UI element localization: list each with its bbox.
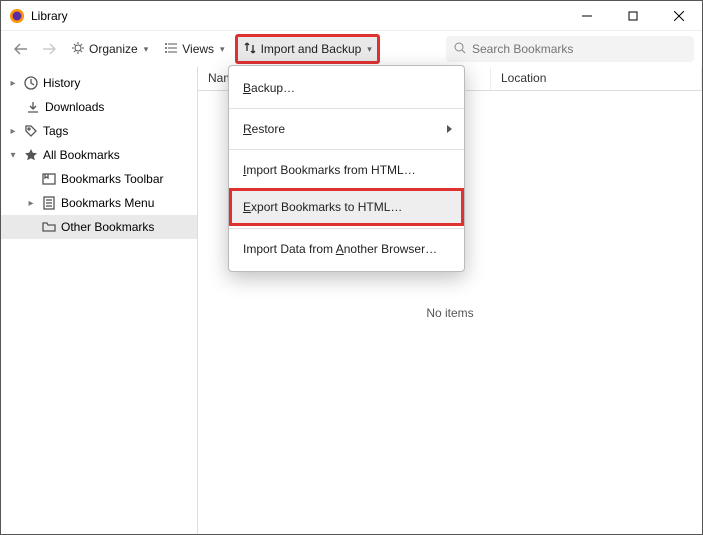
list-icon: [164, 41, 178, 58]
import-backup-label: Import and Backup: [261, 42, 362, 56]
sidebar-item-label: Tags: [43, 124, 68, 138]
menu-separator: [229, 108, 464, 109]
search-icon: [454, 42, 466, 57]
sidebar-item-all-bookmarks[interactable]: ▾ All Bookmarks: [1, 143, 197, 167]
chevron-down-icon: ▾: [220, 44, 225, 55]
bookmarks-toolbar-icon: [41, 171, 57, 187]
firefox-icon: [9, 8, 25, 24]
views-button[interactable]: Views ▾: [158, 36, 230, 62]
clock-icon: [23, 75, 39, 91]
sidebar-item-tags[interactable]: ▸ Tags: [1, 119, 197, 143]
sidebar-item-downloads[interactable]: Downloads: [1, 95, 197, 119]
chevron-right-icon[interactable]: ▸: [25, 198, 37, 209]
forward-button[interactable]: [37, 37, 61, 61]
star-icon: [23, 147, 39, 163]
sidebar-item-label: Downloads: [45, 100, 104, 114]
titlebar: Library: [1, 1, 702, 31]
search-box[interactable]: [446, 36, 694, 62]
chevron-down-icon: ▾: [144, 44, 149, 55]
empty-label: No items: [426, 306, 473, 320]
sidebar-item-label: History: [43, 76, 80, 90]
organize-button[interactable]: Organize ▾: [65, 36, 154, 62]
download-icon: [25, 99, 41, 115]
menu-item-export-html[interactable]: Export Bookmarks to HTML…: [229, 188, 464, 226]
chevron-right-icon[interactable]: ▸: [7, 126, 19, 137]
sidebar-item-label: Other Bookmarks: [61, 220, 154, 234]
column-header-location[interactable]: Location: [491, 67, 702, 90]
menu-separator: [229, 228, 464, 229]
bookmarks-menu-icon: [41, 195, 57, 211]
close-button[interactable]: [656, 1, 702, 31]
search-input[interactable]: [472, 42, 686, 56]
folder-icon: [41, 219, 57, 235]
menu-item-backup[interactable]: Backup…: [229, 70, 464, 106]
window-controls: [564, 1, 702, 31]
chevron-down-icon: ▾: [367, 44, 372, 55]
sidebar-item-label: All Bookmarks: [43, 148, 120, 162]
sidebar-item-other-bookmarks[interactable]: Other Bookmarks: [1, 215, 197, 239]
menu-item-import-browser[interactable]: Import Data from Another Browser…: [229, 231, 464, 267]
sidebar-item-bookmarks-menu[interactable]: ▸ Bookmarks Menu: [1, 191, 197, 215]
import-export-icon: [243, 41, 257, 58]
menu-separator: [229, 149, 464, 150]
menu-item-import-html[interactable]: Import Bookmarks from HTML…: [229, 152, 464, 188]
back-button[interactable]: [9, 37, 33, 61]
toolbar: Organize ▾ Views ▾ Import and Backup ▾: [1, 31, 702, 67]
views-label: Views: [182, 42, 214, 56]
sidebar: ▸ History Downloads ▸ Tags ▾ All Bookmar…: [1, 67, 198, 534]
organize-label: Organize: [89, 42, 138, 56]
chevron-down-icon[interactable]: ▾: [7, 150, 19, 161]
sidebar-item-bookmarks-toolbar[interactable]: Bookmarks Toolbar: [1, 167, 197, 191]
sidebar-item-label: Bookmarks Menu: [61, 196, 154, 210]
sidebar-item-label: Bookmarks Toolbar: [61, 172, 164, 186]
minimize-button[interactable]: [564, 1, 610, 31]
gear-icon: [71, 41, 85, 58]
tag-icon: [23, 123, 39, 139]
import-backup-menu: Backup… Restore Import Bookmarks from HT…: [228, 65, 465, 272]
sidebar-item-history[interactable]: ▸ History: [1, 71, 197, 95]
window-title: Library: [31, 9, 564, 23]
import-backup-button[interactable]: Import and Backup ▾: [235, 34, 380, 64]
menu-item-restore[interactable]: Restore: [229, 111, 464, 147]
chevron-right-icon[interactable]: ▸: [7, 78, 19, 89]
maximize-button[interactable]: [610, 1, 656, 31]
